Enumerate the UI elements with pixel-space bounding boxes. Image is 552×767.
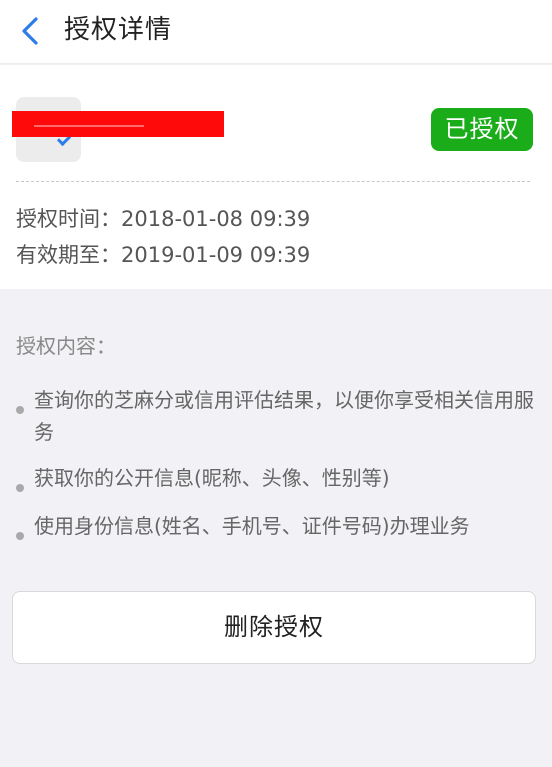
redacted-app-name: [12, 111, 224, 137]
bullet-icon: [16, 484, 24, 492]
list-item: 获取你的公开信息(昵称、头像、性别等): [14, 462, 534, 494]
dashed-divider: [16, 181, 530, 182]
bullet-icon: [16, 532, 24, 540]
auth-time: 授权时间：2018-01-08 09:39: [16, 207, 311, 231]
page-title: 授权详情: [64, 15, 173, 45]
bullet-icon: [16, 406, 24, 414]
permission-text: 获取你的公开信息(昵称、头像、性别等): [34, 466, 390, 490]
permission-text: 查询你的芝麻分或信用评估结果，以便你享受相关信用服务: [34, 388, 534, 444]
list-item: 查询你的芝麻分或信用评估结果，以便你享受相关信用服务: [14, 384, 534, 448]
back-button[interactable]: [10, 10, 50, 50]
status-badge: 已授权: [431, 108, 533, 151]
authorization-card: 已授权 授权时间：2018-01-08 09:39 有效期至：2019-01-0…: [0, 65, 552, 289]
delete-authorization-button[interactable]: 删除授权: [12, 591, 536, 664]
valid-until: 有效期至：2019-01-09 09:39: [16, 243, 311, 267]
list-item: 使用身份信息(姓名、手机号、证件号码)办理业务: [14, 510, 534, 542]
permissions-title: 授权内容：: [16, 334, 116, 358]
chevron-left-icon: [22, 17, 38, 45]
permission-text: 使用身份信息(姓名、手机号、证件号码)办理业务: [34, 514, 470, 538]
nav-bar: 授权详情: [0, 0, 552, 64]
